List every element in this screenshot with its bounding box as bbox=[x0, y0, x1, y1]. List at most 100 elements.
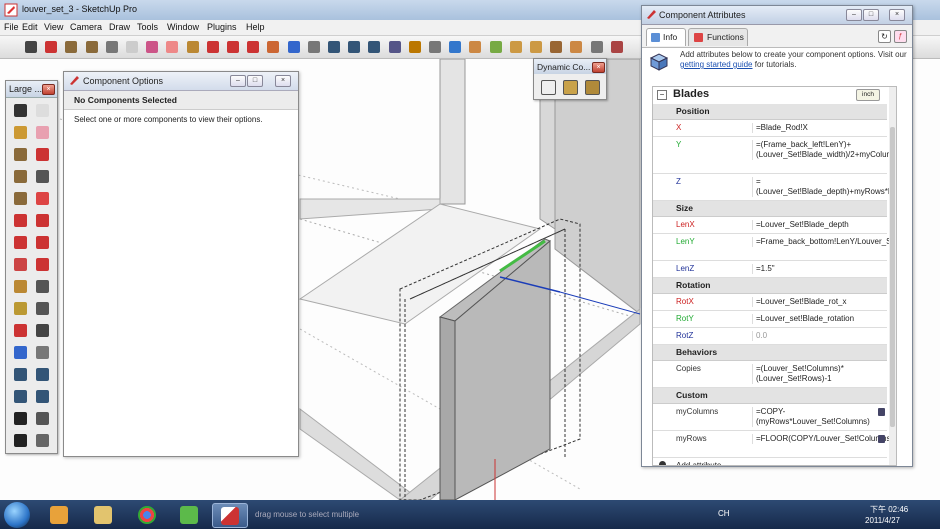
3d-warehouse-tool-icon[interactable] bbox=[466, 38, 484, 56]
move-tool-icon[interactable] bbox=[224, 38, 242, 56]
large-toolset-header[interactable]: Large ... × bbox=[6, 81, 57, 98]
attribute-name[interactable]: LenX bbox=[676, 220, 695, 229]
attribute-name[interactable]: myRows bbox=[676, 434, 707, 443]
freehand-tool-icon[interactable] bbox=[33, 189, 51, 207]
polygon-tool-icon[interactable] bbox=[11, 189, 29, 207]
make-component-tool-icon[interactable] bbox=[33, 101, 51, 119]
push-pull-tool-icon[interactable] bbox=[33, 211, 51, 229]
look-around-tool-icon[interactable] bbox=[426, 38, 444, 56]
close-icon[interactable]: × bbox=[592, 62, 605, 73]
attribute-value[interactable]: =Louver_set!Blade_rotation bbox=[752, 314, 886, 324]
move-tool-icon[interactable] bbox=[11, 211, 29, 229]
restore-button[interactable]: □ bbox=[863, 9, 879, 21]
menu-draw[interactable]: Draw bbox=[109, 22, 130, 32]
add-icon[interactable] bbox=[659, 461, 666, 465]
section-plane-tool-icon[interactable] bbox=[33, 431, 51, 449]
media-player-icon[interactable] bbox=[42, 503, 76, 526]
attribute-name[interactable]: RotX bbox=[676, 297, 694, 306]
pan-tool-icon[interactable] bbox=[305, 38, 323, 56]
line-tool-icon[interactable] bbox=[33, 145, 51, 163]
component-attributes-icon[interactable] bbox=[583, 78, 601, 96]
menu-window[interactable]: Window bbox=[167, 22, 199, 32]
restore-button[interactable]: □ bbox=[247, 75, 263, 87]
select-tool-icon[interactable] bbox=[11, 101, 29, 119]
look-around-tool-icon[interactable] bbox=[33, 409, 51, 427]
attribute-name[interactable]: Y bbox=[676, 140, 681, 149]
toggle-formula-icon[interactable]: ƒ bbox=[894, 30, 907, 43]
chrome-icon[interactable] bbox=[130, 503, 164, 526]
collapse-icon[interactable]: − bbox=[657, 90, 667, 100]
component-name[interactable]: Blades bbox=[673, 88, 709, 100]
attribute-value[interactable]: 0.0 bbox=[752, 331, 886, 341]
paint-bucket-tool-icon[interactable] bbox=[11, 123, 29, 141]
menu-edit[interactable]: Edit bbox=[22, 22, 38, 32]
attribute-value[interactable]: =FLOOR(COPY/Louver_Set!Columns) bbox=[752, 434, 893, 444]
walk-tool-icon[interactable] bbox=[11, 431, 29, 449]
component-options-icon[interactable] bbox=[561, 78, 579, 96]
tab-functions[interactable]: Functions bbox=[688, 28, 748, 46]
tape-measure-tool-icon[interactable] bbox=[184, 38, 202, 56]
attribute-value[interactable]: =Blade_Rod!X bbox=[752, 123, 886, 133]
menu-help[interactable]: Help bbox=[246, 22, 265, 32]
zoom-extents-tool-icon[interactable] bbox=[11, 387, 29, 405]
attribute-value[interactable]: =(Louver_Set!Columns)*(Louver_Set!Rows)-… bbox=[752, 364, 886, 384]
orbit-tool-icon[interactable] bbox=[285, 38, 303, 56]
line-tool-icon[interactable] bbox=[42, 38, 60, 56]
styles-tool-icon[interactable] bbox=[588, 38, 606, 56]
select-tool-icon[interactable] bbox=[22, 38, 40, 56]
axes-tool-icon[interactable] bbox=[11, 321, 29, 339]
unit-badge[interactable]: inch bbox=[856, 89, 880, 101]
add-attribute-row[interactable]: Add attribute bbox=[653, 458, 887, 465]
prev-view-tool-icon[interactable] bbox=[33, 387, 51, 405]
paint-bucket-tool-icon[interactable] bbox=[143, 38, 161, 56]
push-pull-tool-icon[interactable] bbox=[204, 38, 222, 56]
menu-view[interactable]: View bbox=[44, 22, 63, 32]
interact-tool-icon[interactable] bbox=[539, 78, 557, 96]
eraser-tool-icon[interactable] bbox=[33, 123, 51, 141]
paint-tool-icon[interactable] bbox=[567, 38, 585, 56]
eraser-tool-icon[interactable] bbox=[163, 38, 181, 56]
attribute-value[interactable]: =Louver_Set!Blade_rot_x bbox=[752, 297, 886, 307]
get-models-tool-icon[interactable] bbox=[507, 38, 525, 56]
components-tool-icon[interactable] bbox=[527, 38, 545, 56]
house-tool-icon[interactable] bbox=[547, 38, 565, 56]
close-button[interactable]: × bbox=[889, 9, 905, 21]
menu-tools[interactable]: Tools bbox=[137, 22, 158, 32]
arc-tool-icon[interactable] bbox=[33, 167, 51, 185]
attribute-name[interactable]: LenY bbox=[676, 237, 695, 246]
scale-tool-icon[interactable] bbox=[11, 255, 29, 273]
sketchup-icon[interactable] bbox=[212, 503, 248, 528]
rotate-tool-icon[interactable] bbox=[244, 38, 262, 56]
attribute-name[interactable]: myColumns bbox=[676, 407, 718, 416]
walk-tool-icon[interactable] bbox=[406, 38, 424, 56]
menu-file[interactable]: File bbox=[4, 22, 19, 32]
attribute-value[interactable]: =(Louver_Set!Blade_depth)+myRows*Louver_… bbox=[752, 177, 896, 197]
minimize-button[interactable]: – bbox=[846, 9, 862, 21]
rectangle-tool-icon[interactable] bbox=[62, 38, 80, 56]
add-attribute-link[interactable]: Add attribute bbox=[676, 461, 721, 465]
attribute-name[interactable]: RotY bbox=[676, 314, 694, 323]
component-attributes-titlebar[interactable]: Component Attributes – □ × bbox=[642, 6, 912, 25]
follow-me-tool-icon[interactable] bbox=[264, 38, 282, 56]
attribute-value[interactable]: =(Frame_back_left!LenY)+(Louver_Set!Blad… bbox=[752, 140, 896, 160]
attribute-name[interactable]: Copies bbox=[676, 364, 701, 373]
tape-measure-tool-icon[interactable] bbox=[11, 277, 29, 295]
attribute-name[interactable]: RotZ bbox=[676, 331, 693, 340]
3d-text-tool-icon[interactable] bbox=[33, 321, 51, 339]
clock-time[interactable]: 下午 02:46 bbox=[870, 504, 908, 515]
orbit-tool-icon[interactable] bbox=[11, 343, 29, 361]
zoom-tool-icon[interactable] bbox=[325, 38, 343, 56]
refresh-icon[interactable]: ↻ bbox=[878, 30, 891, 43]
follow-me-tool-icon[interactable] bbox=[33, 233, 51, 251]
prev-view-tool-icon[interactable] bbox=[365, 38, 383, 56]
messenger-icon[interactable] bbox=[172, 503, 206, 526]
dimension-tool-icon[interactable] bbox=[33, 277, 51, 295]
protractor-tool-icon[interactable] bbox=[11, 299, 29, 317]
attribute-value[interactable]: =Frame_back_bottom!LenY/Louver_Set!numbe… bbox=[752, 237, 896, 247]
pan-tool-icon[interactable] bbox=[33, 343, 51, 361]
language-indicator[interactable]: CH bbox=[718, 509, 730, 518]
share-model-tool-icon[interactable] bbox=[487, 38, 505, 56]
position-camera-tool-icon[interactable] bbox=[386, 38, 404, 56]
rectangle-tool-icon[interactable] bbox=[11, 145, 29, 163]
zoom-window-tool-icon[interactable] bbox=[33, 365, 51, 383]
